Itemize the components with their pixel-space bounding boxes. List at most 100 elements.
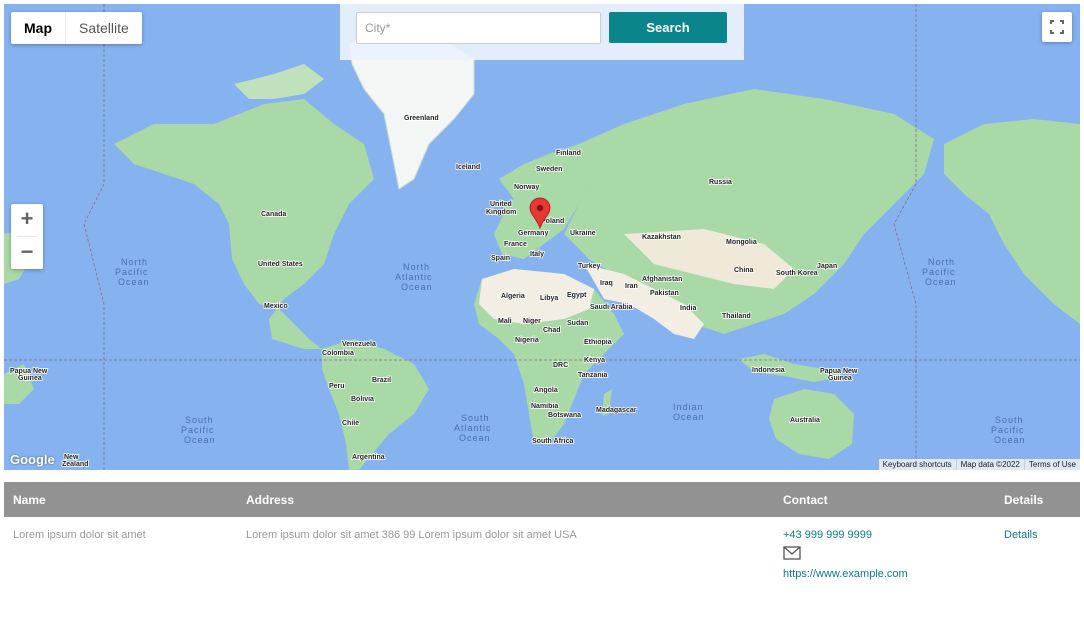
- ocean-south-pacific: South: [185, 415, 214, 425]
- city-input[interactable]: [356, 12, 601, 44]
- email-icon[interactable]: [783, 546, 801, 563]
- label-brazil: Brazil: [372, 377, 391, 384]
- label-ethiopia: Ethiopia: [584, 339, 612, 346]
- label-sweden: Sweden: [536, 166, 562, 173]
- ocean-indian: Indian: [673, 402, 704, 412]
- label-south-korea: South Korea: [776, 270, 818, 277]
- ocean-north-atlantic-2: Atlantic: [395, 272, 433, 282]
- label-china: China: [734, 267, 754, 274]
- cell-name: Lorem ipsum dolor sit amet: [13, 529, 146, 541]
- label-south-africa: South Africa: [532, 438, 573, 445]
- label-iceland: Iceland: [456, 164, 480, 171]
- label-australia: Australia: [790, 417, 820, 424]
- google-logo: Google: [10, 452, 55, 467]
- label-germany: Germany: [518, 230, 548, 237]
- details-link[interactable]: Details: [1004, 529, 1038, 541]
- label-united-kingdom-2: Kingdom: [486, 209, 516, 216]
- map-type-map-button[interactable]: Map: [11, 12, 65, 44]
- ocean-south-atlantic-3: Ocean: [459, 433, 491, 443]
- label-argentina: Argentina: [352, 454, 385, 461]
- label-italy: Italy: [530, 251, 544, 258]
- map-type-control: Map Satellite: [11, 12, 142, 44]
- label-colombia: Colombia: [322, 350, 354, 357]
- label-venezuela: Venezuela: [342, 341, 376, 348]
- ocean-south-pacific-right: South: [995, 415, 1024, 425]
- label-libya: Libya: [540, 295, 558, 302]
- header-address: Address: [246, 493, 295, 507]
- label-drc: DRC: [553, 362, 568, 369]
- label-niger: Niger: [523, 318, 541, 325]
- label-france: France: [504, 241, 527, 248]
- label-botswana: Botswana: [548, 412, 581, 419]
- map-attribution: Keyboard shortcuts Map data ©2022 Terms …: [878, 459, 1080, 470]
- table-header: Name Address Contact Details: [4, 482, 1080, 517]
- label-bolivia: Bolivia: [351, 396, 374, 403]
- plus-icon: +: [20, 206, 34, 231]
- label-greenland: Greenland: [404, 115, 439, 122]
- fullscreen-icon: [1050, 20, 1064, 34]
- ocean-south-atlantic-2: Atlantic: [454, 423, 492, 433]
- website-link[interactable]: https://www.example.com: [783, 568, 908, 580]
- ocean-north-atlantic: North: [403, 262, 430, 272]
- search-panel: Search: [340, 4, 744, 60]
- label-thailand: Thailand: [722, 313, 751, 320]
- phone-link[interactable]: +43 999 999 9999: [783, 529, 872, 541]
- ocean-north-pacific-right: North: [928, 257, 955, 267]
- zoom-in-button[interactable]: +: [11, 204, 43, 236]
- map-data-text: Map data ©2022: [955, 459, 1024, 470]
- header-details: Details: [1004, 493, 1044, 507]
- label-pakistan: Pakistan: [650, 290, 679, 297]
- map[interactable]: Greenland Iceland Finland Sweden Norway …: [4, 4, 1080, 470]
- ocean-indian-2: Ocean: [673, 412, 705, 422]
- label-spain: Spain: [491, 255, 510, 262]
- cell-address: Lorem ipsum dolor sit amet 386 99 Lorem …: [246, 529, 577, 541]
- label-mongolia: Mongolia: [726, 239, 757, 246]
- keyboard-shortcuts-link[interactable]: Keyboard shortcuts: [879, 459, 956, 470]
- label-chile: Chile: [342, 420, 359, 427]
- label-russia: Russia: [709, 179, 732, 186]
- fullscreen-button[interactable]: [1042, 12, 1072, 42]
- table-row: Lorem ipsum dolor sit amet Lorem ipsum d…: [4, 517, 1080, 627]
- label-papua-new-guinea-left-2: Guinea: [18, 375, 42, 382]
- ocean-north-pacific-right-2: Pacific: [922, 267, 956, 277]
- label-papua-new-guinea-2: Guinea: [828, 375, 852, 382]
- map-canvas[interactable]: Greenland Iceland Finland Sweden Norway …: [4, 4, 1080, 470]
- terms-of-use-link[interactable]: Terms of Use: [1023, 459, 1080, 470]
- search-button[interactable]: Search: [609, 12, 727, 43]
- map-type-satellite-button[interactable]: Satellite: [65, 12, 142, 44]
- label-papua-new-guinea: Papua New: [820, 368, 858, 375]
- ocean-north-pacific-3: Ocean: [118, 277, 150, 287]
- ocean-north-pacific-right-3: Ocean: [925, 277, 957, 287]
- label-afghanistan: Afghanistan: [642, 276, 682, 283]
- zoom-control: + −: [11, 204, 43, 269]
- header-contact: Contact: [783, 493, 828, 507]
- label-norway: Norway: [514, 184, 539, 191]
- label-madagascar: Madagascar: [596, 407, 637, 414]
- header-name: Name: [13, 493, 46, 507]
- label-mali: Mali: [498, 318, 512, 325]
- label-iraq: Iraq: [600, 280, 613, 287]
- minus-icon: −: [20, 239, 34, 264]
- label-mexico: Mexico: [264, 303, 288, 310]
- ocean-south-atlantic: South: [461, 413, 490, 423]
- label-tanzania: Tanzania: [578, 372, 608, 379]
- label-kazakhstan: Kazakhstan: [642, 234, 681, 241]
- ocean-south-pacific-2: Pacific: [181, 425, 215, 435]
- label-algeria: Algeria: [501, 293, 525, 300]
- locations-table: Name Address Contact Details Lorem ipsum…: [4, 482, 1080, 627]
- ocean-south-pacific-right-3: Ocean: [994, 435, 1026, 445]
- ocean-north-atlantic-3: Ocean: [401, 282, 433, 292]
- label-indonesia: Indonesia: [752, 367, 785, 374]
- label-angola: Angola: [534, 387, 558, 394]
- label-united-kingdom: United: [490, 201, 512, 208]
- ocean-north-pacific: North: [121, 257, 148, 267]
- ocean-south-pacific-right-2: Pacific: [991, 425, 1025, 435]
- label-ukraine: Ukraine: [570, 230, 596, 237]
- label-egypt: Egypt: [567, 292, 587, 299]
- label-peru: Peru: [329, 383, 345, 390]
- zoom-out-button[interactable]: −: [11, 237, 43, 269]
- label-new-zealand-2: Zealand: [62, 461, 88, 468]
- label-canada: Canada: [261, 211, 286, 218]
- label-sudan: Sudan: [567, 320, 588, 327]
- label-new-zealand: New: [64, 454, 79, 461]
